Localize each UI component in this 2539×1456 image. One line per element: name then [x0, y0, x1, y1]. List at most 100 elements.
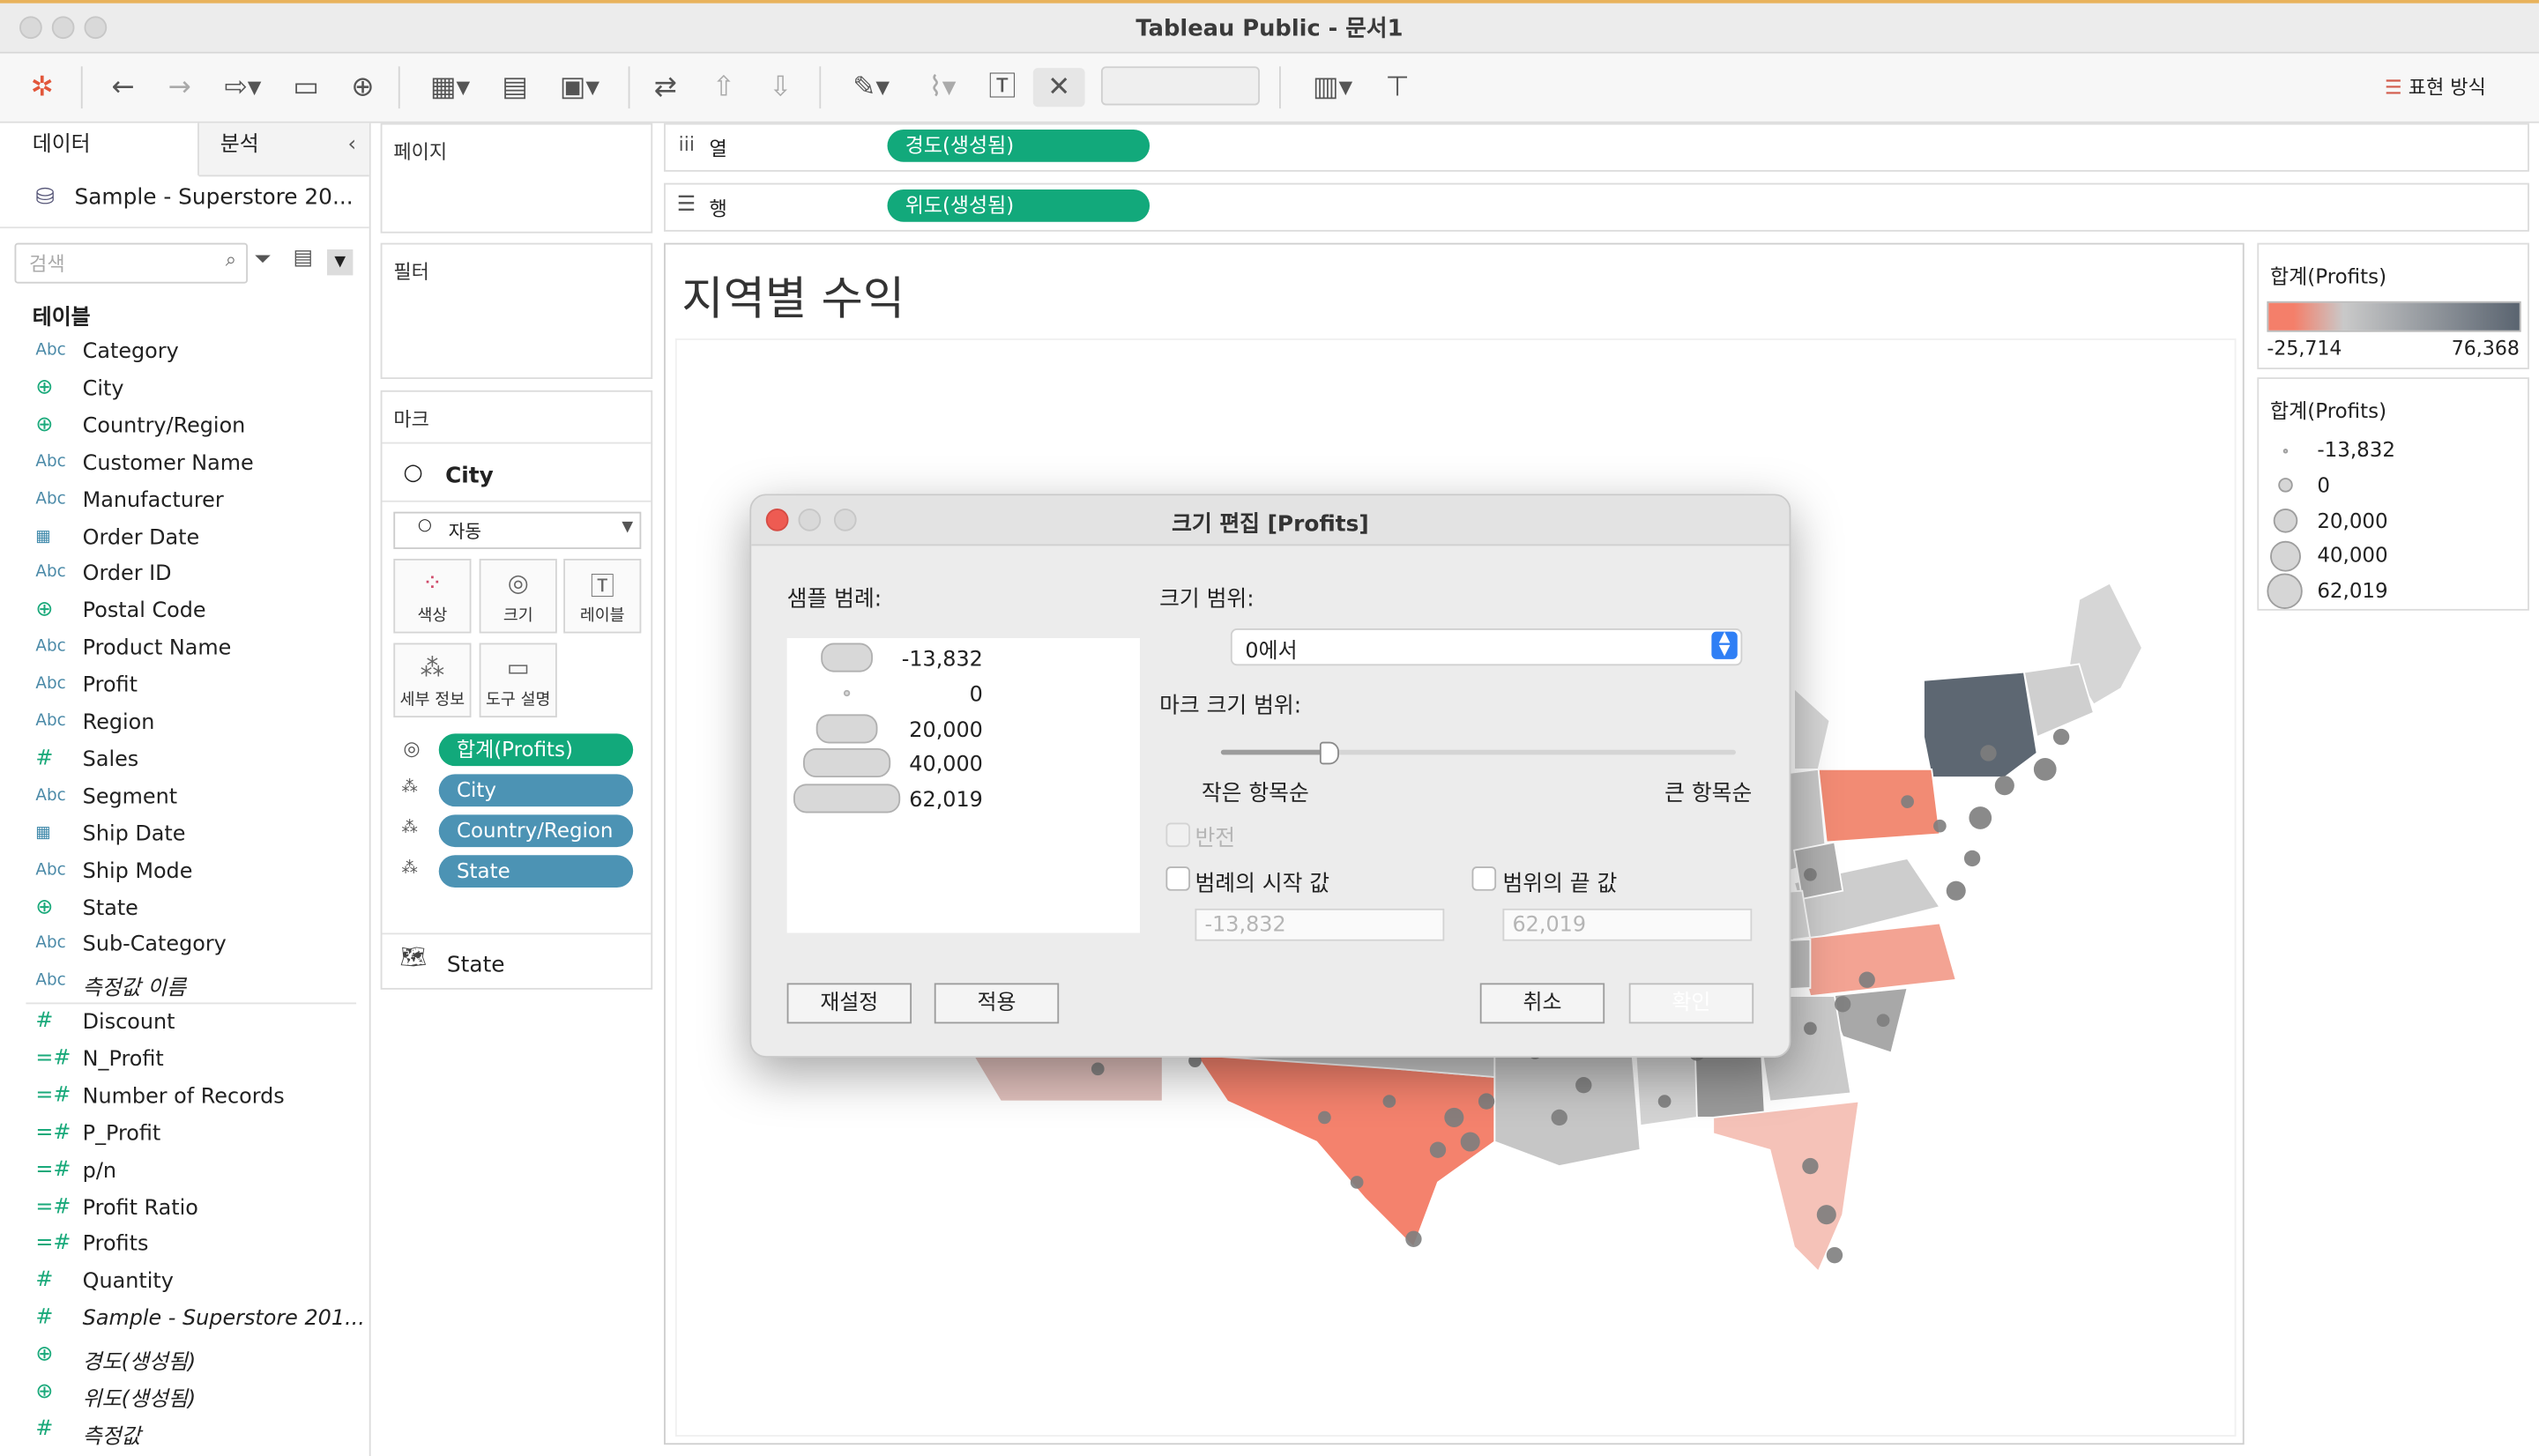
clear-sheet-icon[interactable]: ▣▾ [547, 68, 612, 107]
filter-icon[interactable]: ⏷ [254, 248, 271, 272]
size-range-select[interactable]: 0에서 ▲ ▼ [1230, 628, 1743, 666]
sort-ascending-icon[interactable]: ⇧ [703, 68, 745, 107]
state-pill[interactable]: State [438, 855, 634, 888]
start-value-field[interactable]: -13,832 [1195, 908, 1445, 941]
reverse-checkbox[interactable] [1165, 822, 1190, 848]
field-item[interactable]: Abc Order ID [0, 558, 360, 595]
tableau-logo-icon[interactable]: ✲ [23, 68, 62, 107]
filters-card[interactable]: 필터 [380, 242, 653, 379]
field-item[interactable]: ▦ Order Date [0, 521, 360, 558]
tab-data[interactable]: 데이터 [0, 123, 199, 177]
window-titlebar: Tableau Public - 문서1 [0, 0, 2539, 54]
detail-button[interactable]: ⁂ 세부 정보 [393, 643, 472, 718]
field-item[interactable]: # Sales [0, 743, 360, 780]
field-item[interactable]: Abc Ship Mode [0, 855, 360, 892]
save-icon[interactable]: ▭ [287, 68, 325, 107]
start-value-checkbox[interactable] [1165, 866, 1190, 891]
new-worksheet-icon[interactable]: ▦▾ [418, 68, 482, 107]
cancel-button[interactable]: 취소 [1479, 983, 1605, 1024]
globe-icon: ⊕ [35, 412, 54, 437]
small-items-label: 작은 항목순 [1201, 780, 1309, 807]
view-options-icon[interactable]: ▤ [293, 246, 313, 271]
color-legend[interactable]: 합계(Profits) -25,714 76,368 [2257, 242, 2529, 369]
field-item[interactable]: ⊕ State [0, 892, 360, 929]
string-icon: Abc [35, 638, 66, 657]
string-icon: Abc [35, 860, 66, 880]
data-pane: 데이터 분석 ‹ ⛁ Sample - Superstore 20... 검색 … [0, 123, 371, 1456]
field-item[interactable]: Abc Manufacturer [0, 484, 360, 521]
globe-icon: ⊕ [35, 1379, 54, 1405]
field-item[interactable]: # 측정값 [0, 1414, 360, 1451]
field-item[interactable]: Abc Customer Name [0, 447, 360, 484]
mark-type-dropdown[interactable]: ○ 자동 ▼ [393, 511, 642, 549]
pages-card[interactable]: 페이지 [380, 123, 653, 234]
tab-analysis[interactable]: 분석 ‹ [198, 123, 369, 177]
field-item[interactable]: Abc Segment [0, 780, 360, 817]
reset-button[interactable]: 재설정 [786, 983, 912, 1024]
city-pill[interactable]: City [438, 774, 634, 807]
edit-size-dialog: 크기 편집 [Profits] 샘플 범례: -13,832 0 20,000 40,… [749, 494, 1791, 1058]
group-members-icon[interactable]: ⌇▾ [910, 68, 974, 107]
swap-rows-columns-icon[interactable]: ⇄ [644, 68, 687, 107]
rows-shelf[interactable]: ☰ 행 위도(생성됨) [664, 182, 2529, 232]
size-button[interactable]: ◎ 크기 [479, 558, 557, 634]
profits-pill[interactable]: 합계(Profits) [438, 733, 634, 767]
apply-button[interactable]: 적용 [934, 983, 1060, 1024]
size-legend[interactable]: 합계(Profits) -13,832 0 20,000 40,000 62,019 [2257, 377, 2529, 611]
field-item[interactable]: ⊕ 위도(생성됨) [0, 1377, 360, 1414]
duplicate-sheet-icon[interactable]: ▤ [494, 68, 536, 107]
field-item[interactable]: ⊕ Country/Region [0, 410, 360, 447]
field-item[interactable]: =# p/n [0, 1154, 360, 1191]
fix-axes-icon[interactable]: ✕ [1032, 68, 1085, 108]
field-item[interactable]: Abc Product Name [0, 632, 360, 669]
tooltip-button[interactable]: ▭ 도구 설명 [479, 643, 557, 718]
size-legend-circle [2272, 509, 2297, 533]
field-item[interactable]: # Quantity [0, 1266, 360, 1303]
collapse-pane-icon[interactable]: ‹ [348, 123, 357, 168]
undo-icon[interactable]: ← [101, 68, 145, 107]
show-cards-icon[interactable]: ▥▾ [1304, 68, 1362, 107]
latitude-pill[interactable]: 위도(생성됨) [887, 189, 1150, 222]
field-item[interactable]: =# Number of Records [0, 1080, 360, 1117]
field-item[interactable]: # Sample - Superstore 201... [0, 1303, 364, 1340]
new-datasource-icon[interactable]: ⊕ [343, 68, 382, 107]
fit-dropdown[interactable] [1100, 66, 1260, 106]
field-item[interactable]: Abc Region [0, 706, 360, 743]
field-item[interactable]: # Discount [0, 1006, 360, 1043]
highlight-icon[interactable]: ✎▾ [838, 68, 903, 107]
sort-descending-icon[interactable]: ⇩ [759, 68, 801, 107]
string-icon: Abc [35, 972, 66, 991]
reverse-label: 반전 [1195, 826, 1236, 852]
show-labels-icon[interactable]: 🅃 [981, 68, 1024, 107]
country-region-pill[interactable]: Country/Region [438, 814, 634, 848]
map-layer-icon: 🗺 [399, 946, 427, 970]
field-item[interactable]: =# N_Profit [0, 1043, 360, 1080]
field-item[interactable]: =# Profits [0, 1229, 360, 1266]
dropdown-icon[interactable]: ▼ [327, 249, 354, 276]
field-item[interactable]: Abc Sub-Category [0, 929, 360, 966]
longitude-pill[interactable]: 경도(생성됨) [887, 130, 1150, 162]
datasource-item[interactable]: ⛁ Sample - Superstore 20... [0, 175, 369, 229]
end-value-field[interactable]: 62,019 [1502, 908, 1753, 941]
field-item[interactable]: Abc Category [0, 335, 360, 372]
calculated-number-icon: =# [35, 1045, 71, 1071]
show-me-button[interactable]: ☰ 표현 방식 [2367, 68, 2503, 107]
field-item[interactable]: ▦ Ship Date [0, 817, 360, 854]
redo-icon[interactable]: → [157, 68, 202, 107]
mark-size-slider-thumb[interactable] [1319, 741, 1339, 765]
label-button[interactable]: 🅃 레이블 [563, 558, 642, 634]
field-item[interactable]: =# P_Profit [0, 1117, 360, 1154]
ok-button[interactable]: 확인 [1628, 983, 1754, 1024]
columns-shelf[interactable]: iii 열 경도(생성됨) [664, 123, 2529, 172]
presentation-mode-icon[interactable]: ⊤ [1376, 68, 1418, 107]
field-item[interactable]: Abc Profit [0, 669, 360, 706]
replace-data-icon[interactable]: ⇨▾ [211, 68, 275, 107]
field-item[interactable]: =# Profit Ratio [0, 1192, 360, 1229]
field-item[interactable]: ⊕ 경도(생성됨) [0, 1340, 360, 1377]
end-value-checkbox[interactable] [1471, 866, 1497, 891]
search-input[interactable]: 검색 ⌕ [14, 242, 249, 284]
color-button[interactable]: ⁘ 색상 [393, 558, 472, 634]
field-item[interactable]: Abc 측정값 이름 [0, 966, 360, 1003]
field-item[interactable]: ⊕ Postal Code [0, 595, 360, 632]
field-item[interactable]: ⊕ City [0, 372, 360, 409]
